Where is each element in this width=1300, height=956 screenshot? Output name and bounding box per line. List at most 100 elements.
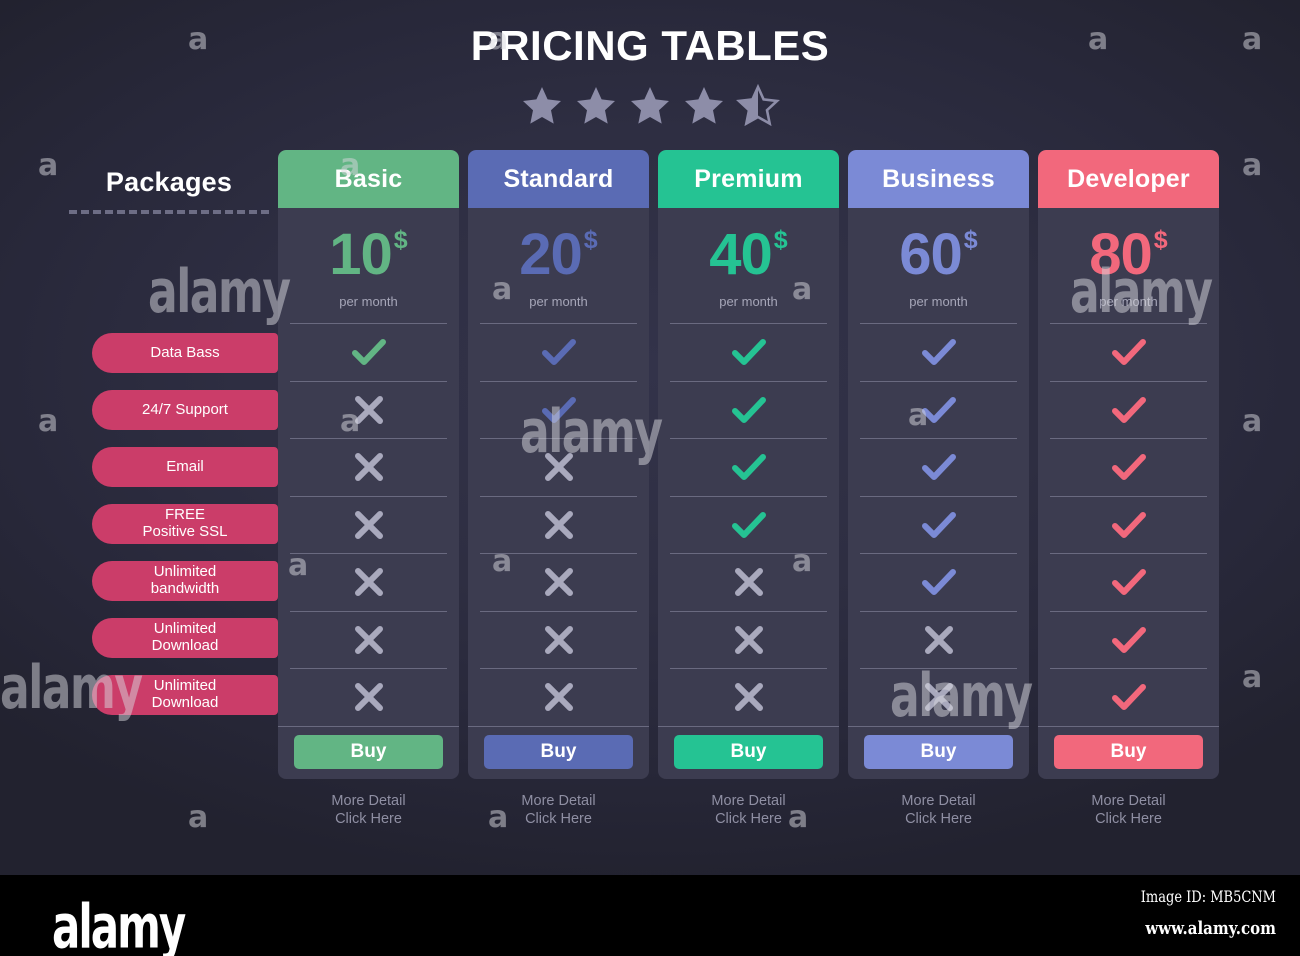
alamy-footer-bar: alamy Image ID: MB5CNM www.alamy.com <box>0 875 1300 956</box>
plan-feature-row <box>1050 610 1207 669</box>
plan-card: Basic 10 $ per month Buy <box>278 150 459 779</box>
buy-button[interactable]: Buy <box>864 734 1013 769</box>
plan-card: Standard 20 $ per month Buy <box>468 150 649 779</box>
more-detail-line2: Click Here <box>335 810 402 827</box>
plan-feature-row <box>670 610 827 669</box>
more-detail-line2: Click Here <box>525 810 592 827</box>
plan-price-amount: 80 <box>1089 222 1153 287</box>
plan-feature-row <box>480 323 637 381</box>
buy-button-zone: Buy <box>848 725 1029 769</box>
plan-period-label: per month <box>719 294 778 309</box>
feature-label-pill: Email <box>92 447 278 487</box>
check-icon <box>351 339 386 366</box>
plan-card: Premium 40 $ per month Buy <box>658 150 839 779</box>
plan-feature-rows <box>468 323 649 726</box>
watermark-letter: a <box>188 800 209 835</box>
plan-price-block: 10 $ per month <box>278 208 459 323</box>
image-id-text: Image ID: MB5CNM <box>1140 889 1276 907</box>
buy-button[interactable]: Buy <box>1054 734 1203 769</box>
plan-feature-row <box>670 495 827 554</box>
plan-period-label: per month <box>339 294 398 309</box>
plan-feature-row <box>1050 668 1207 726</box>
check-icon <box>1111 396 1146 423</box>
star-full-icon <box>577 87 615 124</box>
buy-button-zone: Buy <box>1038 725 1219 769</box>
more-detail-link[interactable]: More Detail Click Here <box>278 792 459 828</box>
cross-icon <box>544 510 573 539</box>
plan-price-amount: 10 <box>329 222 393 287</box>
buy-button-zone: Buy <box>658 725 839 769</box>
plan-currency-symbol: $ <box>773 226 788 254</box>
plan-period-label: per month <box>909 294 968 309</box>
plan-feature-row <box>480 668 637 726</box>
plan-column-basic: Basic 10 $ per month Buy More Detail Click Her… <box>278 150 459 828</box>
more-detail-link[interactable]: More Detail Click Here <box>1038 792 1219 828</box>
plan-price-block: 20 $ per month <box>468 208 649 323</box>
more-detail-line1: More Detail <box>521 792 596 809</box>
check-icon <box>731 396 766 423</box>
plan-feature-rows <box>658 323 839 726</box>
cross-icon <box>544 625 573 654</box>
check-icon <box>541 396 576 423</box>
plan-feature-row <box>290 610 447 669</box>
plan-currency-symbol: $ <box>393 226 408 254</box>
plan-feature-row <box>1050 553 1207 611</box>
more-detail-line1: More Detail <box>711 792 786 809</box>
plan-feature-row <box>670 668 827 726</box>
plan-feature-row <box>860 610 1017 669</box>
packages-divider <box>69 210 269 214</box>
check-icon <box>921 454 956 481</box>
plan-price-amount: 20 <box>519 222 583 287</box>
cross-icon <box>544 683 573 712</box>
plan-feature-row <box>1050 495 1207 554</box>
star-half-icon <box>736 84 780 127</box>
alamy-logo: alamy <box>52 891 186 956</box>
feature-label-list: Data Bass 24/7 Support Email FREE Positive S… <box>92 333 278 732</box>
plan-card: Business 60 $ per month Buy <box>848 150 1029 779</box>
star-full-icon <box>523 87 561 124</box>
plan-column-premium: Premium 40 $ per month Buy More Detail Click H… <box>658 150 839 828</box>
plan-feature-row <box>480 495 637 554</box>
feature-label-pill: Unlimited bandwidth <box>92 561 278 601</box>
plan-feature-row <box>480 610 637 669</box>
plan-feature-rows <box>278 323 459 726</box>
check-icon <box>1111 454 1146 481</box>
buy-button[interactable]: Buy <box>674 734 823 769</box>
check-icon <box>921 569 956 596</box>
plan-column-business: Business 60 $ per month Buy More Detail Click … <box>848 150 1029 828</box>
more-detail-link[interactable]: More Detail Click Here <box>468 792 649 828</box>
plan-feature-rows <box>1038 323 1219 726</box>
plan-currency-symbol: $ <box>1153 226 1168 254</box>
plan-feature-row <box>480 553 637 611</box>
feature-label-pill: FREE Positive SSL <box>92 504 278 544</box>
plan-column-standard: Standard 20 $ per month Buy More Detail Click … <box>468 150 649 828</box>
check-icon <box>1111 569 1146 596</box>
plan-name-header: Developer <box>1038 150 1219 208</box>
packages-column-header: Packages <box>60 150 278 214</box>
cross-icon <box>354 453 383 482</box>
buy-button[interactable]: Buy <box>484 734 633 769</box>
plan-feature-row <box>860 668 1017 726</box>
plan-feature-row <box>1050 380 1207 439</box>
watermark-word: alamy <box>148 258 291 327</box>
more-detail-line2: Click Here <box>1095 810 1162 827</box>
pricing-table-canvas: PRICING TABLES Packages Data Bass 24/7 Su… <box>0 0 1300 875</box>
cross-icon <box>544 568 573 597</box>
check-icon <box>1111 511 1146 538</box>
footer-meta: Image ID: MB5CNM www.alamy.com <box>1140 889 1276 939</box>
plan-feature-row <box>480 438 637 496</box>
more-detail-line1: More Detail <box>901 792 976 809</box>
plan-feature-row <box>860 553 1017 611</box>
cross-icon <box>354 395 383 424</box>
feature-label-pill: Data Bass <box>92 333 278 373</box>
buy-button[interactable]: Buy <box>294 734 443 769</box>
check-icon <box>731 339 766 366</box>
cross-icon <box>924 625 953 654</box>
plan-feature-row <box>670 438 827 496</box>
more-detail-link[interactable]: More Detail Click Here <box>658 792 839 828</box>
plan-feature-row <box>290 380 447 439</box>
more-detail-link[interactable]: More Detail Click Here <box>848 792 1029 828</box>
plan-feature-row <box>290 668 447 726</box>
plan-name-header: Basic <box>278 150 459 208</box>
check-icon <box>921 511 956 538</box>
